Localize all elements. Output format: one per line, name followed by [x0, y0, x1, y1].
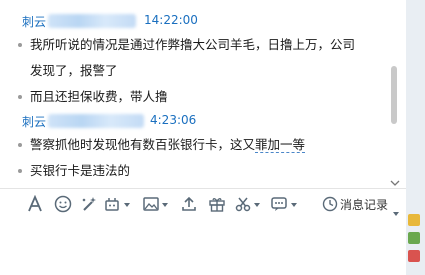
- message-input[interactable]: [0, 220, 406, 275]
- chevron-down-icon[interactable]: [253, 202, 261, 208]
- chevron-down-icon[interactable]: [290, 202, 298, 208]
- scroll-thumb[interactable]: [391, 66, 397, 124]
- message-history-button[interactable]: 消息记录: [322, 194, 402, 216]
- message-line: 警察抓他时发现他有数百张银行卡，这又罪加一等: [18, 132, 306, 158]
- side-app-icon[interactable]: [408, 250, 420, 262]
- message-text: 我所听说的情况是通过作弊撸大公司羊毛，日撸上万，公司: [30, 37, 356, 52]
- message-line: 买银行卡是违法的: [18, 158, 131, 182]
- message-history-label: 消息记录: [340, 198, 389, 212]
- message-time: 4:23:06: [150, 113, 197, 127]
- scroll-down-icon[interactable]: [390, 172, 400, 186]
- message-line: 发现了，报警了: [30, 58, 118, 84]
- image-icon[interactable]: [142, 195, 160, 213]
- message-text: 发现了，报警了: [30, 63, 118, 78]
- message-text: 买银行卡是违法的: [30, 163, 131, 178]
- message-time: 14:22:00: [144, 13, 198, 27]
- upload-icon[interactable]: [180, 195, 198, 213]
- chevron-down-icon[interactable]: [392, 202, 400, 221]
- message-header: 刺云 14:22:00: [22, 10, 222, 30]
- chevron-down-icon[interactable]: [123, 202, 131, 208]
- blurred-account-id: [48, 114, 144, 128]
- bullet: [18, 143, 22, 147]
- chat-toolbar: 消息记录: [0, 188, 425, 218]
- bullet: [18, 43, 22, 47]
- clock-icon: [322, 196, 338, 212]
- blurred-account-id: [48, 14, 136, 28]
- sender-name[interactable]: 刺云: [22, 113, 46, 130]
- message-header: 刺云 4:23:06: [22, 110, 222, 130]
- message-text: 而且还担保收费，带人撸: [30, 89, 168, 104]
- chat-window: 刺云 14:22:00 我所听说的情况是通过作弊撸大公司羊毛，日撸上万，公司 发…: [0, 0, 425, 275]
- font-icon[interactable]: [26, 195, 44, 213]
- message-text: 警察抓他时发现他有数百张银行卡，这又: [30, 137, 256, 152]
- side-app-icon[interactable]: [408, 214, 420, 226]
- sender-name[interactable]: 刺云: [22, 13, 46, 30]
- gift-icon[interactable]: [208, 195, 226, 213]
- scissors-icon[interactable]: [234, 195, 252, 213]
- message-text-underlined: 罪加一等: [255, 137, 306, 153]
- chevron-down-icon[interactable]: [161, 202, 169, 208]
- emoji-icon[interactable]: [54, 195, 72, 213]
- more-icon[interactable]: [270, 195, 288, 213]
- message-area: 刺云 14:22:00 我所听说的情况是通过作弊撸大公司羊毛，日撸上万，公司 发…: [8, 6, 408, 182]
- bullet: [18, 169, 22, 173]
- screenshot-icon[interactable]: [104, 195, 122, 213]
- magic-icon[interactable]: [80, 195, 98, 213]
- side-app-icon[interactable]: [408, 232, 420, 244]
- message-scrollbar[interactable]: [388, 8, 400, 184]
- message-line: 而且还担保收费，带人撸: [18, 84, 168, 110]
- message-line: 我所听说的情况是通过作弊撸大公司羊毛，日撸上万，公司: [18, 32, 356, 58]
- bullet: [18, 95, 22, 99]
